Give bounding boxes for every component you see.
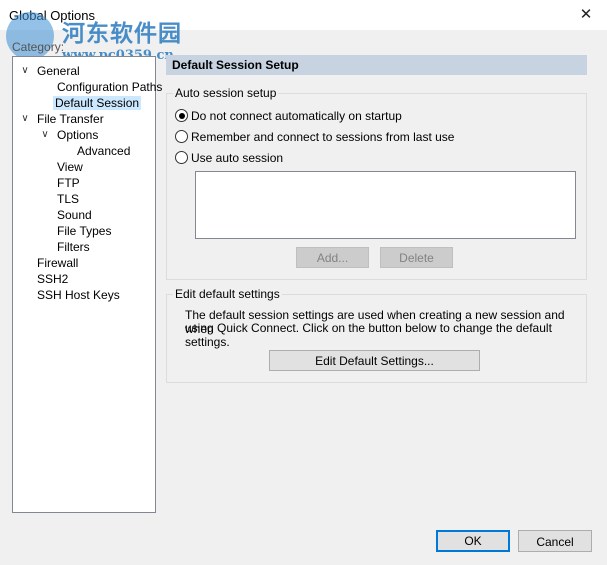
radio-dot[interactable] — [175, 151, 188, 165]
tree-item-default-session[interactable]: Default Session — [53, 95, 142, 111]
radio-remember-sessions[interactable]: Remember and connect to sessions from la… — [175, 129, 454, 145]
chevron-down-icon[interactable]: ∨ — [19, 63, 31, 79]
chevron-down-icon[interactable]: ∨ — [19, 111, 31, 127]
tree-item-file-transfer[interactable]: File Transfer — [35, 111, 106, 127]
tree-item-general[interactable]: General — [35, 63, 82, 79]
tree-item-firewall[interactable]: Firewall — [35, 255, 80, 271]
edit-defaults-group: Edit default settings The default sessio… — [166, 287, 587, 383]
window-title: Global Options — [9, 8, 95, 23]
auto-session-list[interactable] — [195, 171, 576, 239]
cancel-button[interactable]: Cancel — [518, 530, 592, 552]
edit-defaults-description-line2: using Quick Connect. Click on the button… — [185, 321, 552, 349]
radio-dot[interactable] — [175, 130, 188, 144]
tree-item-tls[interactable]: TLS — [55, 191, 81, 207]
tree-item-advanced[interactable]: Advanced — [75, 143, 132, 159]
tree-item-ssh-host-keys[interactable]: SSH Host Keys — [35, 287, 122, 303]
radio-use-auto-session[interactable]: Use auto session — [175, 150, 283, 166]
auto-session-group: Auto session setup Do not connect automa… — [166, 86, 587, 280]
chevron-down-icon[interactable]: ∨ — [39, 127, 51, 143]
add-button[interactable]: Add... — [296, 247, 369, 268]
edit-default-settings-button[interactable]: Edit Default Settings... — [269, 350, 480, 371]
category-tree[interactable]: ∨ General Configuration Paths Default Se… — [12, 56, 162, 513]
ok-button[interactable]: OK — [436, 530, 510, 552]
auto-session-legend: Auto session setup — [173, 86, 279, 100]
radio-dot-selected[interactable] — [175, 109, 188, 123]
tree-item-file-types[interactable]: File Types — [55, 223, 113, 239]
radio-no-auto-connect[interactable]: Do not connect automatically on startup — [175, 108, 402, 124]
tree-item-ssh2[interactable]: SSH2 — [35, 271, 70, 287]
tree-item-configuration-paths[interactable]: Configuration Paths — [55, 79, 164, 95]
tree-item-options[interactable]: Options — [55, 127, 100, 143]
edit-defaults-legend: Edit default settings — [173, 287, 282, 301]
tree-item-filters[interactable]: Filters — [55, 239, 92, 255]
delete-button[interactable]: Delete — [380, 247, 453, 268]
section-header-title: Default Session Setup — [172, 58, 299, 72]
title-bar: Global Options ✕ — [0, 0, 607, 30]
tree-item-sound[interactable]: Sound — [55, 207, 94, 223]
tree-item-ftp[interactable]: FTP — [55, 175, 82, 191]
section-header: Default Session Setup — [166, 55, 587, 75]
close-icon[interactable]: ✕ — [571, 3, 601, 27]
tree-item-view[interactable]: View — [55, 159, 85, 175]
category-label: Category: — [12, 40, 65, 54]
